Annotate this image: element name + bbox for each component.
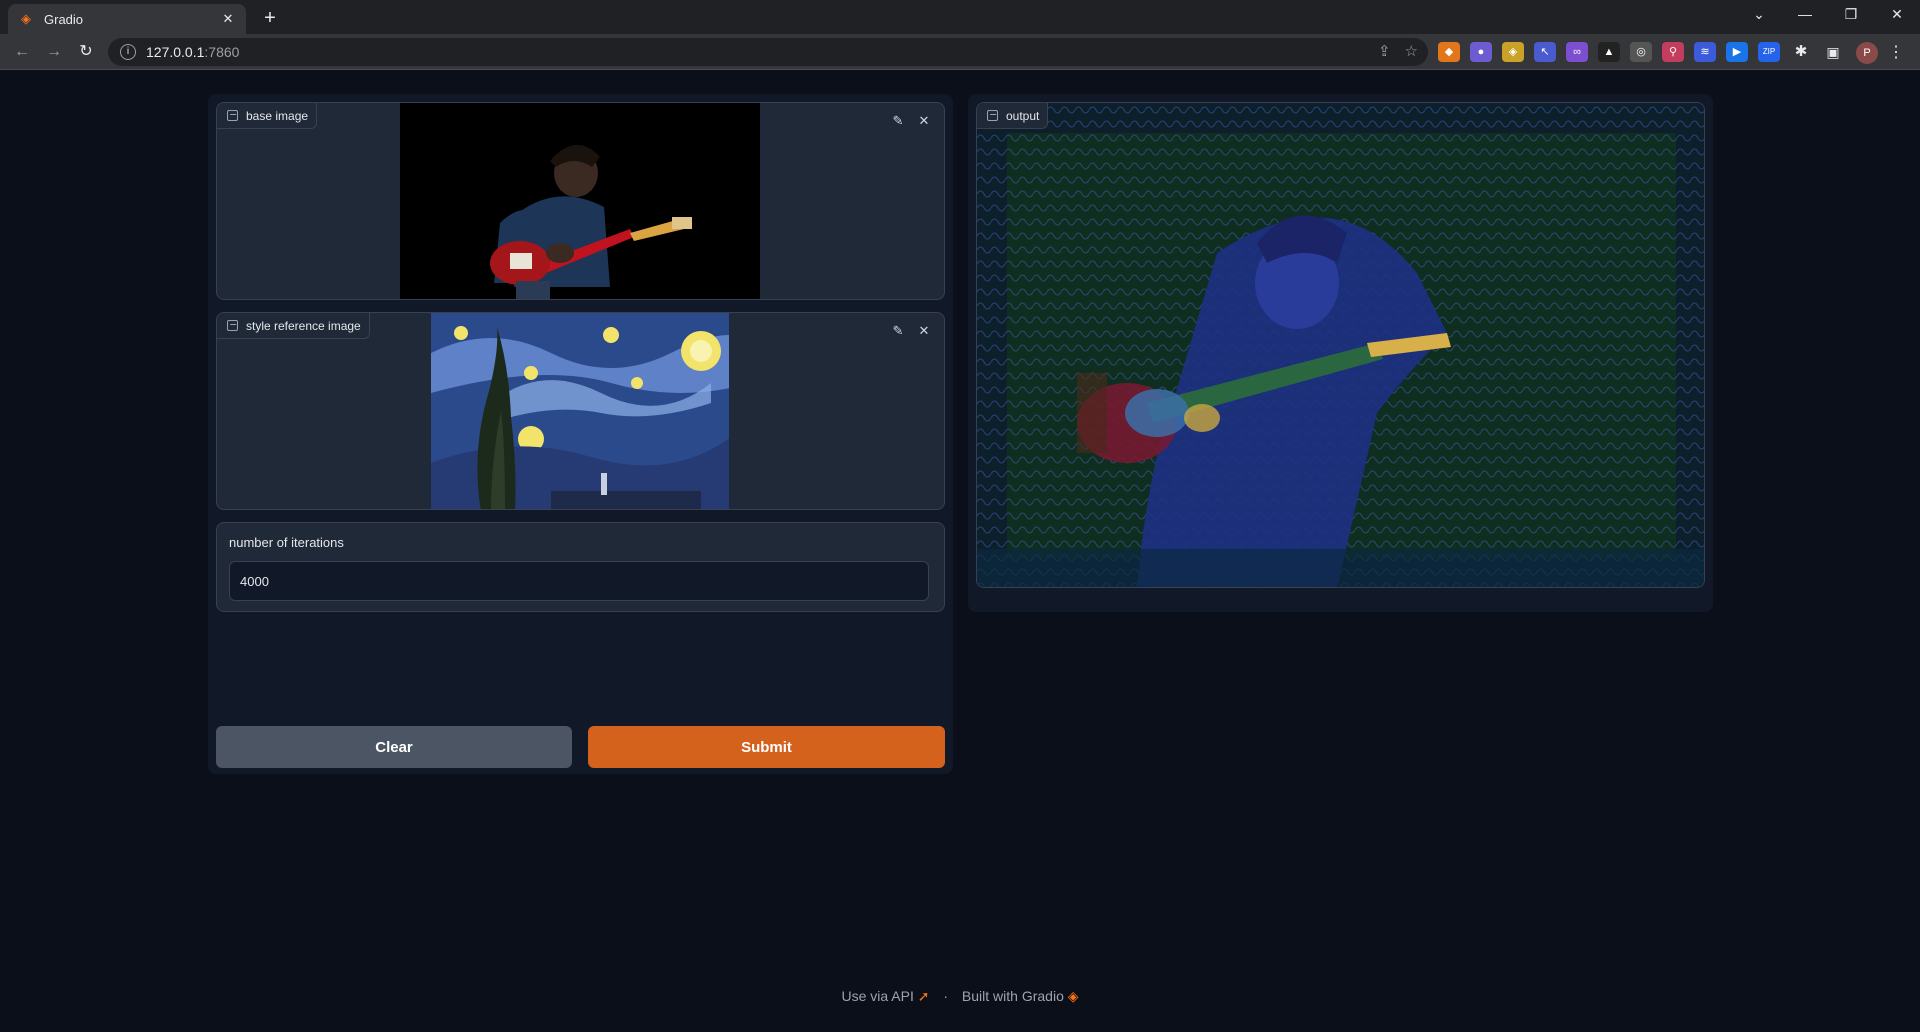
extension-icon[interactable]: ↖ xyxy=(1534,42,1556,62)
site-info-icon[interactable]: i xyxy=(120,44,136,60)
browser-menu-icon[interactable]: ⋮ xyxy=(1886,42,1906,64)
output-label: output xyxy=(977,103,1049,129)
image-icon xyxy=(227,320,238,331)
minimize-icon[interactable]: — xyxy=(1782,0,1828,28)
extension-icon[interactable]: ⚲ xyxy=(1662,42,1684,62)
footer: Use via API ➚ · Built with Gradio ◈ xyxy=(0,988,1920,1005)
clear-button[interactable]: Clear xyxy=(216,726,572,768)
clear-image-icon[interactable]: ✕ xyxy=(914,111,934,131)
edit-icon[interactable]: ✎ xyxy=(888,111,908,131)
browser-toolbar: ← → ↻ i 127.0.0.1:7860 ⇪ ☆ ◆ ● ◈ ↖ ∞ ▲ ◎… xyxy=(0,34,1920,70)
base-image-preview xyxy=(400,103,760,299)
footer-separator: · xyxy=(943,988,949,1004)
url-text: 127.0.0.1:7860 xyxy=(146,44,240,60)
gradio-app: base image ✎ ✕ style reference image ✎ ✕… xyxy=(0,70,1920,1032)
browser-tab[interactable]: ◈ Gradio ✕ xyxy=(8,4,246,34)
extension-icon[interactable]: ◈ xyxy=(1502,42,1524,62)
extension-icon[interactable]: ▶ xyxy=(1726,42,1748,62)
forward-icon[interactable]: → xyxy=(42,40,66,64)
use-via-api-link[interactable]: Use via API ➚ xyxy=(841,988,929,1004)
extension-icon[interactable]: ▲ xyxy=(1598,42,1620,62)
tab-search-icon[interactable]: ⌄ xyxy=(1736,0,1782,28)
image-icon xyxy=(987,110,998,121)
puzzle-extensions-icon[interactable]: ✱ xyxy=(1790,42,1812,62)
output-image-preview xyxy=(977,103,1704,587)
side-panel-icon[interactable]: ▣ xyxy=(1822,42,1844,62)
extension-icon[interactable]: ◎ xyxy=(1630,42,1652,62)
iterations-input[interactable] xyxy=(229,561,929,601)
profile-avatar[interactable]: P xyxy=(1856,42,1878,64)
rocket-icon: ➚ xyxy=(917,988,930,1004)
base-image-upload[interactable]: base image ✎ ✕ xyxy=(216,102,945,300)
image-icon xyxy=(227,110,238,121)
input-column: base image ✎ ✕ style reference image ✎ ✕… xyxy=(208,94,953,774)
gradio-favicon-icon: ◈ xyxy=(21,11,31,26)
output-image-block: output xyxy=(976,102,1705,588)
extension-icon[interactable]: ∞ xyxy=(1566,42,1588,62)
output-column: output xyxy=(968,94,1713,612)
extensions-row: ◆ ● ◈ ↖ ∞ ▲ ◎ ⚲ ≋ ▶ ZIP ✱ ▣ xyxy=(1438,42,1844,62)
reload-icon[interactable]: ↻ xyxy=(74,40,98,64)
tab-title: Gradio xyxy=(44,11,84,27)
extension-icon[interactable]: ● xyxy=(1470,42,1492,62)
share-icon[interactable]: ⇪ xyxy=(1378,42,1391,60)
bookmark-star-icon[interactable]: ☆ xyxy=(1405,42,1418,60)
built-with-gradio-link[interactable]: Built with Gradio ◈ xyxy=(962,988,1079,1004)
metamask-extension-icon[interactable]: ◆ xyxy=(1438,42,1460,62)
clear-image-icon[interactable]: ✕ xyxy=(914,321,934,341)
extension-icon[interactable]: ≋ xyxy=(1694,42,1716,62)
submit-button[interactable]: Submit xyxy=(588,726,945,768)
style-image-upload[interactable]: style reference image ✎ ✕ xyxy=(216,312,945,510)
iterations-label: number of iterations xyxy=(229,535,344,550)
style-image-label: style reference image xyxy=(217,313,370,339)
base-image-label: base image xyxy=(217,103,318,129)
restore-icon[interactable]: ❐ xyxy=(1828,0,1874,28)
browser-tabbar: ◈ Gradio ✕ + ⌄ — ❐ ✕ xyxy=(0,0,1920,34)
style-image-preview xyxy=(431,313,729,509)
window-close-icon[interactable]: ✕ xyxy=(1874,0,1920,28)
address-bar[interactable]: i 127.0.0.1:7860 ⇪ ☆ xyxy=(108,38,1428,66)
back-icon[interactable]: ← xyxy=(10,40,34,64)
tab-close-icon[interactable]: ✕ xyxy=(220,11,236,27)
new-tab-icon[interactable]: + xyxy=(258,6,282,30)
iterations-block: number of iterations xyxy=(216,522,945,612)
extension-icon[interactable]: ZIP xyxy=(1758,42,1780,62)
gradio-logo-icon: ◈ xyxy=(1067,988,1079,1004)
edit-icon[interactable]: ✎ xyxy=(888,321,908,341)
